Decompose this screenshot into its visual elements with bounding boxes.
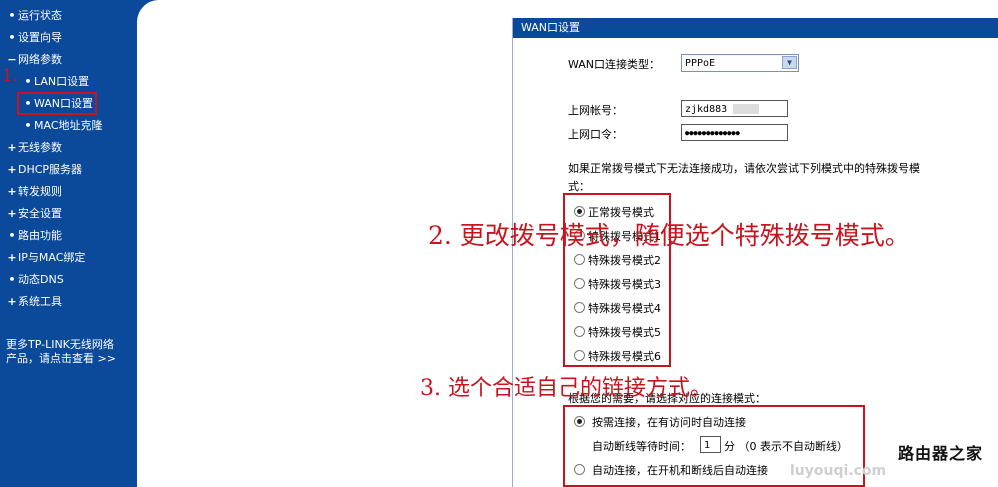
sidebar-item-label: 运行状态 [18, 9, 62, 22]
bullet-icon: • [8, 9, 16, 22]
password-value: ●●●●●●●●●●●●● [685, 129, 740, 137]
bullet-icon: • [8, 229, 16, 242]
account-input[interactable]: zjkd883 [681, 100, 788, 117]
chevron-down-icon[interactable]: ▼ [782, 56, 797, 69]
account-label: 上网帐号： [568, 104, 623, 117]
sidebar-item-ip-mac-binding[interactable]: +IP与MAC绑定 [6, 249, 85, 267]
step1-annotation: 1. [2, 66, 19, 86]
expand-icon: + [7, 185, 17, 198]
sidebar-item-system-tools[interactable]: +系统工具 [6, 293, 62, 311]
expand-icon: + [7, 295, 17, 308]
bullet-icon: • [8, 31, 16, 44]
conn-type-select[interactable]: PPPoE ▼ [681, 54, 799, 72]
sidebar-item-label: MAC地址克隆 [34, 119, 103, 132]
password-input[interactable]: ●●●●●●●●●●●●● [681, 124, 788, 141]
blurred-region [733, 104, 760, 114]
sidebar-item-label: 设置向导 [18, 31, 62, 44]
expand-icon: + [7, 207, 17, 220]
account-value: zjkd883 [685, 104, 728, 115]
sidebar-item-mac-clone[interactable]: • MAC地址克隆 [22, 117, 103, 135]
sidebar-item-forwarding[interactable]: +转发规则 [6, 183, 62, 201]
bullet-icon: • [8, 273, 16, 286]
expand-icon: + [7, 163, 17, 176]
panel-title: WAN口设置 [513, 18, 998, 38]
dial-hint-line1: 如果正常拨号模式下无法连接成功，请依次尝试下列模式中的特殊拨号模 [568, 162, 920, 175]
sidebar-item-label: 路由功能 [18, 229, 62, 242]
sidebar-item-wireless[interactable]: +无线参数 [6, 139, 62, 157]
sidebar-item-routing[interactable]: • 路由功能 [6, 227, 62, 245]
more-products-link[interactable]: 更多TP-LINK无线网络 产品，请点击查看 >> [6, 338, 134, 366]
sidebar-item-label: DHCP服务器 [18, 163, 83, 176]
sidebar-item-label: 转发规则 [18, 185, 62, 198]
bullet-icon: • [24, 119, 32, 132]
watermark-logo: 路由器之家 [898, 444, 984, 463]
more-products-line1: 更多TP-LINK无线网络 [6, 338, 114, 351]
sidebar-item-label: 无线参数 [18, 141, 62, 154]
sidebar-item-dhcp[interactable]: +DHCP服务器 [6, 161, 82, 179]
sidebar-item-lan-settings[interactable]: • LAN口设置 [22, 73, 89, 91]
sidebar-item-security[interactable]: +安全设置 [6, 205, 62, 223]
more-products-line2: 产品，请点击查看 >> [6, 352, 116, 365]
sidebar-item-label: LAN口设置 [34, 75, 90, 88]
password-label: 上网口令： [568, 128, 623, 141]
sidebar-item-label: IP与MAC绑定 [18, 251, 86, 264]
bullet-icon: • [24, 75, 32, 88]
sidebar-nav: • 运行状态 • 设置向导 −网络参数 • LAN口设置 • WAN口设置 • MAC地址… [0, 0, 137, 487]
sidebar-item-label: 动态DNS [18, 273, 64, 286]
sidebar-item-label: 网络参数 [18, 53, 62, 66]
conn-type-label: WAN口连接类型： [568, 58, 661, 71]
sidebar-item-label: 系统工具 [18, 295, 62, 308]
sidebar-corner-curve [137, 0, 181, 44]
sidebar-item-setup-wizard[interactable]: • 设置向导 [6, 29, 62, 47]
wan-settings-highlight [17, 92, 97, 115]
expand-icon: + [7, 141, 17, 154]
sidebar-item-running-status[interactable]: • 运行状态 [6, 7, 62, 25]
step2-annotation: 2. 更改拨号模式，随便选个特殊拨号模式。 [428, 221, 910, 250]
sidebar-item-label: 安全设置 [18, 207, 62, 220]
sidebar-item-ddns[interactable]: • 动态DNS [6, 271, 64, 289]
step3-annotation: 3. 选个合适自己的链接方式。 [420, 376, 712, 401]
conn-type-value: PPPoE [685, 58, 716, 69]
expand-icon: + [7, 251, 17, 264]
dial-hint-line2: 式： [568, 180, 590, 193]
watermark-url: luyouqi.com [790, 463, 887, 479]
